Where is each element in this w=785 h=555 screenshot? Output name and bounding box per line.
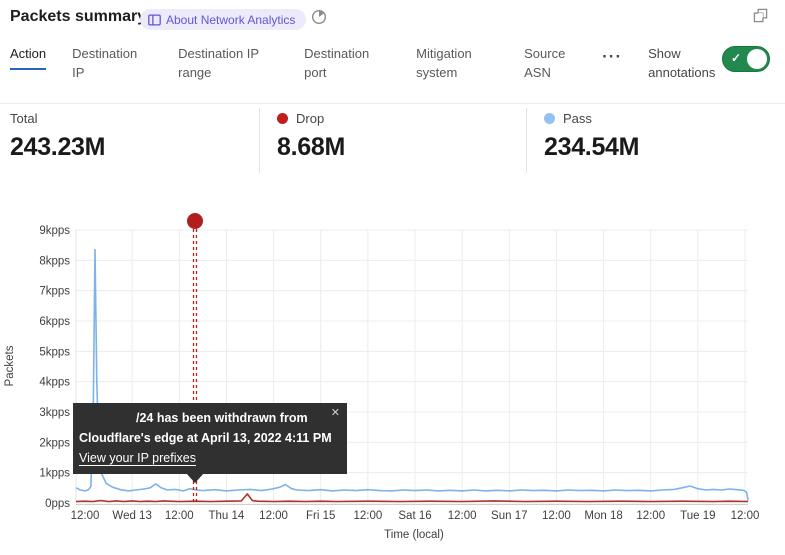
annotation-tooltip: ✕ /24 has been withdrawn from Cloudflare… xyxy=(73,403,347,474)
tab-destination-ip[interactable]: Destination IP xyxy=(72,44,152,82)
y-tick-label: 8kpps xyxy=(39,255,70,267)
stat-pass-label: Pass xyxy=(563,111,592,126)
tab-destination-port[interactable]: Destination port xyxy=(304,44,390,82)
pie-clock-icon xyxy=(311,9,327,25)
stat-divider xyxy=(259,108,260,173)
check-icon: ✓ xyxy=(731,51,741,65)
about-badge-label: About Network Analytics xyxy=(166,13,295,27)
x-tick-label: Wed 13 xyxy=(112,510,151,522)
pass-legend-dot xyxy=(544,113,555,124)
stat-divider xyxy=(526,108,527,173)
stat-drop-value: 8.68M xyxy=(277,133,345,162)
tab-source-asn[interactable]: Source ASN xyxy=(524,44,576,82)
time-history-icon[interactable] xyxy=(310,9,328,27)
y-tick-label: 5kpps xyxy=(39,346,70,358)
x-tick-label: 12:00 xyxy=(259,510,288,522)
tab-mitigation-system[interactable]: Mitigation system xyxy=(416,44,498,82)
stat-pass-value: 234.54M xyxy=(544,133,639,162)
tab-destination-ip-range[interactable]: Destination IP range xyxy=(178,44,278,82)
overlapping-squares-icon xyxy=(753,8,768,23)
stat-total-value: 243.23M xyxy=(10,133,105,162)
x-tick-label: 12:00 xyxy=(542,510,571,522)
x-tick-label: Sat 16 xyxy=(398,510,431,522)
x-tick-label: Tue 19 xyxy=(680,510,715,522)
x-tick-label: 12:00 xyxy=(448,510,477,522)
y-tick-label: 0pps xyxy=(45,498,70,510)
show-annotations-toggle[interactable]: ✓ xyxy=(722,46,770,72)
toggle-knob xyxy=(747,49,767,69)
x-tick-label: 12:00 xyxy=(636,510,665,522)
y-tick-label: 7kpps xyxy=(39,286,70,298)
stat-total-label: Total xyxy=(10,111,37,126)
x-tick-label: Fri 15 xyxy=(306,510,335,522)
book-icon xyxy=(148,14,161,26)
packets-summary-panel: Packets summary About Network Analytics … xyxy=(0,0,785,555)
series-line-drop xyxy=(76,494,748,502)
x-tick-label: Sun 17 xyxy=(491,510,527,522)
y-tick-label: 6kpps xyxy=(39,316,70,328)
more-tabs-button[interactable]: ··· xyxy=(602,52,622,62)
tooltip-close-icon[interactable]: ✕ xyxy=(331,406,340,419)
x-tick-label: Thu 14 xyxy=(209,510,245,522)
stat-drop: Drop 8.68M xyxy=(277,111,345,162)
annotation-marker[interactable] xyxy=(187,213,203,229)
stat-drop-label: Drop xyxy=(296,111,324,126)
tooltip-text-line2: Cloudflare's edge at April 13, 2022 4:11… xyxy=(79,428,339,448)
popout-button[interactable] xyxy=(751,8,769,26)
show-annotations-label: Show annotations xyxy=(648,44,732,82)
y-tick-label: 1kpps xyxy=(39,468,70,480)
y-tick-label: 2kpps xyxy=(39,437,70,449)
x-axis-title: Time (local) xyxy=(384,529,444,541)
drop-legend-dot xyxy=(277,113,288,124)
x-tick-label: Mon 18 xyxy=(584,510,622,522)
x-tick-label: 12:00 xyxy=(165,510,194,522)
x-tick-label: 12:00 xyxy=(71,510,100,522)
about-network-analytics-link[interactable]: About Network Analytics xyxy=(140,9,306,30)
y-tick-label: 4kpps xyxy=(39,377,70,389)
stat-total: Total 243.23M xyxy=(10,111,105,162)
tooltip-caret xyxy=(186,473,204,483)
view-ip-prefixes-link[interactable]: View your IP prefixes xyxy=(79,451,196,465)
packets-time-series-chart: 9kpps 8kpps 7kpps 6kpps 5kpps 4kpps 3kpps 2kpps… xyxy=(0,210,785,555)
stat-pass: Pass 234.54M xyxy=(544,111,639,162)
x-tick-label: 12:00 xyxy=(353,510,382,522)
page-title: Packets summary xyxy=(10,8,146,26)
tab-action[interactable]: Action xyxy=(10,44,46,70)
y-tick-label: 3kpps xyxy=(39,407,70,419)
y-tick-label: 9kpps xyxy=(39,225,70,237)
breakdown-tabs: Action Destination IP Destination IP ran… xyxy=(10,44,732,82)
y-axis-title: Packets xyxy=(4,345,16,386)
tabs-divider xyxy=(0,103,785,104)
x-tick-label: 12:00 xyxy=(731,510,760,522)
tooltip-text-line1: /24 has been withdrawn from xyxy=(79,408,339,428)
